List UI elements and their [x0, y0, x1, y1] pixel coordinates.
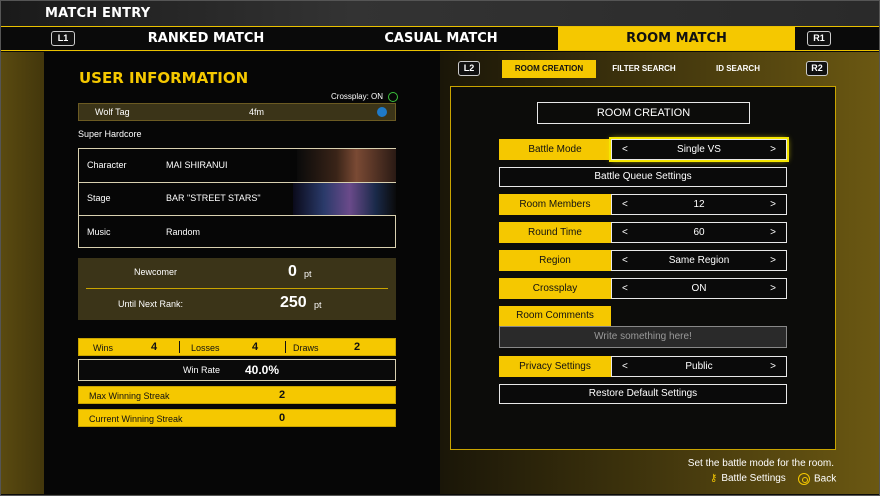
privacy-selector[interactable]: < Public >	[611, 356, 787, 377]
draws-value: 2	[354, 341, 361, 353]
arrow-right-icon[interactable]: >	[770, 279, 776, 298]
help-hint: Set the battle mode for the room.	[687, 458, 834, 469]
win-rate-label: Win Rate	[183, 365, 221, 375]
r2-button-icon[interactable]: R2	[806, 61, 828, 76]
subtab-room-creation[interactable]: ROOM CREATION	[502, 60, 596, 78]
arrow-left-icon[interactable]: <	[622, 279, 628, 298]
back-label: Back	[814, 473, 837, 485]
max-streak-value: 2	[279, 389, 286, 401]
globe-icon	[388, 92, 399, 102]
arrow-right-icon[interactable]: >	[770, 140, 776, 159]
title-bar: MATCH ENTRY	[1, 1, 879, 26]
loadout-box: Character MAI SHIRANUI Stage BAR "STREET…	[78, 148, 396, 248]
points-unit: pt	[304, 269, 312, 279]
back-hint[interactable]: Back	[798, 473, 836, 485]
room-creation-heading: ROOM CREATION	[537, 102, 750, 124]
stage-thumbnail	[293, 183, 396, 215]
music-value: Random	[166, 227, 201, 237]
round-time-label: Round Time	[499, 222, 611, 243]
battle-mode-selector[interactable]: < Single VS >	[611, 139, 787, 160]
battle-mode-value: Single VS	[677, 144, 721, 155]
crossplay-status: Crossplay: ON	[331, 92, 399, 102]
character-label: Character	[87, 160, 127, 170]
arrow-left-icon[interactable]: <	[622, 357, 628, 376]
max-streak-row: Max Winning Streak 2	[78, 386, 396, 404]
current-streak-value: 0	[279, 412, 286, 424]
points-value: 0	[288, 263, 297, 280]
tab-room-match[interactable]: ROOM MATCH	[558, 27, 795, 50]
wins-value: 4	[151, 341, 158, 353]
round-time-value: 60	[693, 227, 705, 238]
battle-mode-label: Battle Mode	[499, 139, 611, 160]
page-title: MATCH ENTRY	[45, 6, 151, 21]
win-rate-row: Win Rate 40.0%	[78, 359, 396, 381]
privacy-settings-label: Privacy Settings	[499, 356, 611, 377]
mode-tabs: L1 RANKED MATCH CASUAL MATCH ROOM MATCH …	[1, 26, 879, 51]
round-time-selector[interactable]: < 60 >	[611, 222, 787, 243]
next-rank-label: Until Next Rank:	[118, 299, 184, 309]
music-label: Music	[87, 227, 111, 237]
room-members-value: 12	[693, 199, 705, 210]
current-streak-label: Current Winning Streak	[89, 414, 183, 424]
privacy-value: Public	[685, 361, 713, 372]
room-comments-input[interactable]: Write something here!	[499, 326, 787, 348]
tab-ranked-match[interactable]: RANKED MATCH	[81, 27, 331, 50]
arrow-right-icon[interactable]: >	[770, 251, 776, 270]
crossplay-selector[interactable]: < ON >	[611, 278, 787, 299]
next-rank-value: 250	[280, 294, 307, 311]
crossplay-label: Crossplay	[499, 278, 611, 299]
user-info-title: USER INFORMATION	[79, 69, 249, 87]
arrow-left-icon[interactable]: <	[622, 223, 628, 242]
r1-button-icon[interactable]: R1	[807, 31, 831, 46]
room-members-selector[interactable]: < 12 >	[611, 194, 787, 215]
max-streak-label: Max Winning Streak	[89, 391, 170, 401]
l1-button-icon[interactable]: L1	[51, 31, 75, 46]
wolf-tag-value: 4fm	[249, 107, 265, 117]
arrow-left-icon[interactable]: <	[622, 195, 628, 214]
room-comments-label: Room Comments	[499, 306, 611, 326]
crossplay-label: Crossplay: ON	[331, 92, 384, 102]
circle-button-icon	[798, 473, 810, 485]
key-icon: ⚷	[710, 473, 718, 484]
record-row: Wins 4 Losses 4 Draws 2	[78, 338, 396, 356]
draws-label: Draws	[293, 343, 319, 353]
arrow-right-icon[interactable]: >	[770, 223, 776, 242]
wolf-tag-bar: Wolf Tag 4fm	[78, 103, 396, 121]
crossplay-value: ON	[691, 283, 707, 294]
stage-value: BAR "STREET STARS"	[166, 193, 261, 203]
current-streak-row: Current Winning Streak 0	[78, 409, 396, 427]
arrow-left-icon[interactable]: <	[622, 140, 628, 159]
region-value: Same Region	[668, 255, 730, 266]
room-members-label: Room Members	[499, 194, 611, 215]
arrow-right-icon[interactable]: >	[770, 357, 776, 376]
room-subtabs: L2 ROOM CREATION FILTER SEARCH ID SEARCH…	[458, 60, 828, 78]
arrow-left-icon[interactable]: <	[622, 251, 628, 270]
next-rank-unit: pt	[314, 300, 322, 310]
wins-label: Wins	[93, 343, 113, 353]
restore-default-button[interactable]: Restore Default Settings	[499, 384, 787, 404]
arrow-right-icon[interactable]: >	[770, 195, 776, 214]
tab-casual-match[interactable]: CASUAL MATCH	[316, 27, 566, 50]
stage-label: Stage	[87, 193, 111, 203]
subtab-filter-search[interactable]: FILTER SEARCH	[598, 60, 690, 78]
rank-points-box: Newcomer 0 pt Until Next Rank: 250 pt	[78, 258, 396, 320]
battle-settings-hint[interactable]: ⚷ Battle Settings	[710, 473, 786, 484]
region-selector[interactable]: < Same Region >	[611, 250, 787, 271]
character-value: MAI SHIRANUI	[166, 160, 228, 170]
wolf-tag-label: Wolf Tag	[95, 107, 130, 117]
platform-icon	[377, 107, 387, 117]
character-portrait	[297, 149, 396, 182]
rank-title: Super Hardcore	[78, 129, 142, 139]
rank-name: Newcomer	[134, 267, 178, 277]
l2-button-icon[interactable]: L2	[458, 61, 480, 76]
region-label: Region	[499, 250, 611, 271]
battle-settings-label: Battle Settings	[721, 473, 786, 484]
losses-value: 4	[252, 341, 259, 353]
battle-queue-settings-button[interactable]: Battle Queue Settings	[499, 167, 787, 187]
win-rate-value: 40.0%	[245, 363, 280, 377]
subtab-id-search[interactable]: ID SEARCH	[692, 60, 784, 78]
losses-label: Losses	[191, 343, 220, 353]
